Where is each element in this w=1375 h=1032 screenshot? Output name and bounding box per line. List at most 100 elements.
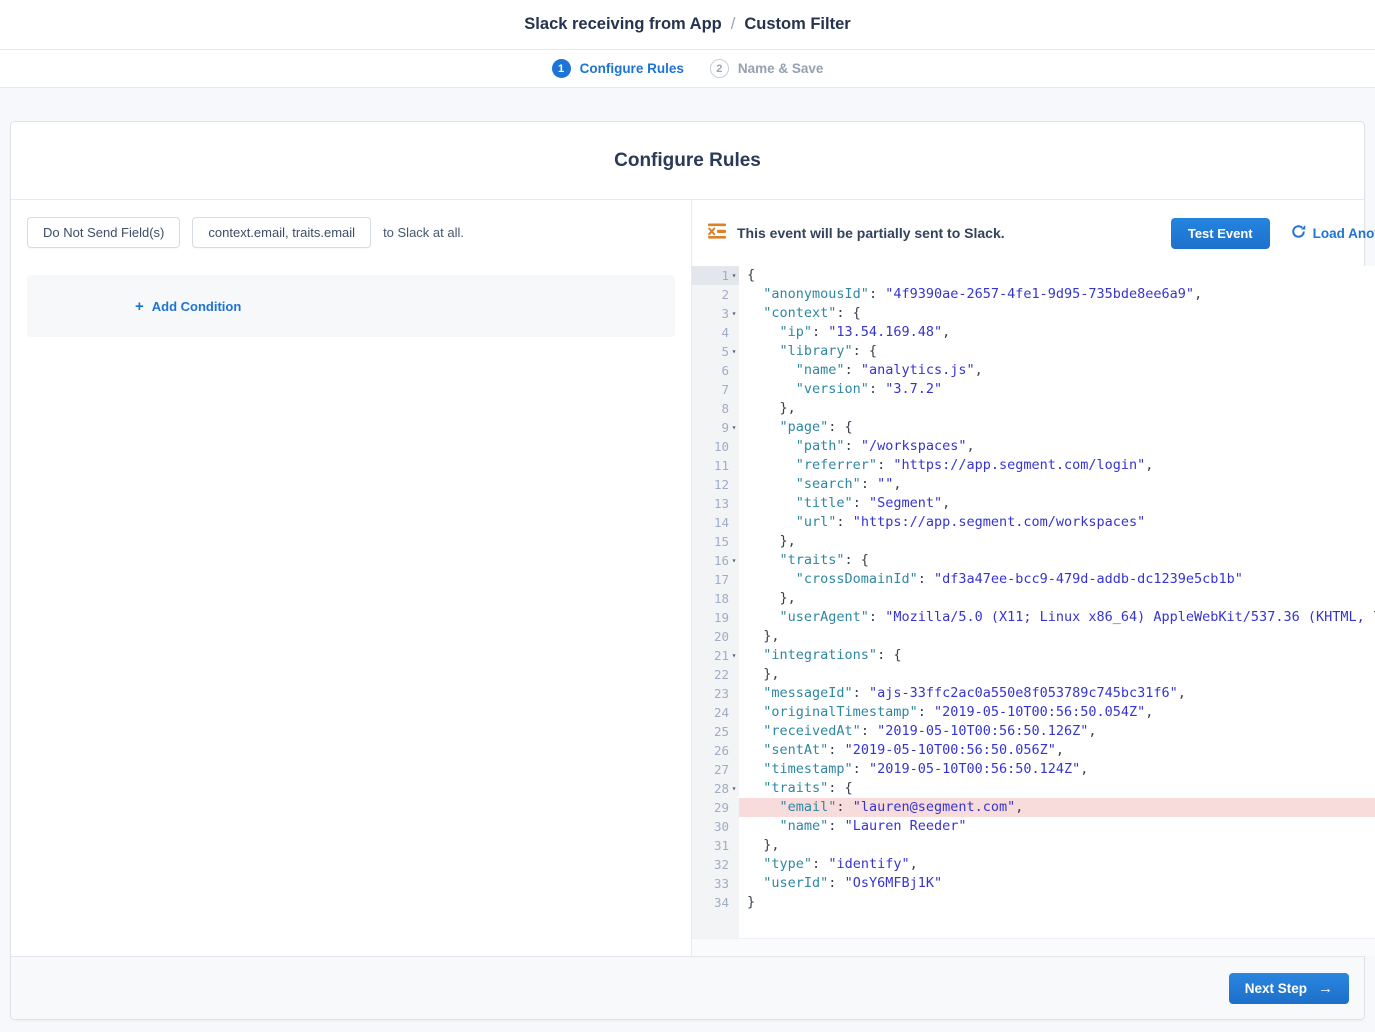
editor-line-14[interactable]: 14 "url": "https://app.segment.com/works… [692, 513, 1375, 532]
add-condition-label: Add Condition [152, 299, 242, 314]
editor-line-9[interactable]: 9▾ "page": { [692, 418, 1375, 437]
editor-gutter-cell[interactable]: 21▾ [692, 646, 739, 665]
step-configure-rules[interactable]: 1 Configure Rules [552, 59, 684, 78]
next-step-button[interactable]: Next Step → [1229, 973, 1349, 1004]
editor-gutter-cell[interactable]: 26 [692, 741, 739, 760]
event-preview-header: This event will be partially sent to Sla… [692, 200, 1375, 266]
editor-line-1[interactable]: 1▾{ [692, 266, 1375, 285]
editor-line-6[interactable]: 6 "name": "analytics.js", [692, 361, 1375, 380]
editor-line-32[interactable]: 32 "type": "identify", [692, 855, 1375, 874]
json-editor[interactable]: 1▾{2 "anonymousId": "4f9390ae-2657-4fe1-… [692, 266, 1375, 938]
editor-line-8[interactable]: 8 }, [692, 399, 1375, 418]
add-condition-button[interactable]: + Add Condition [135, 299, 241, 314]
editor-gutter-cell[interactable]: 25 [692, 722, 739, 741]
fold-arrow-icon[interactable]: ▾ [729, 304, 739, 323]
rule-row: Do Not Send Field(s) context.email, trai… [27, 217, 675, 248]
editor-line-29[interactable]: 29 "email": "lauren@segment.com", [692, 798, 1375, 817]
editor-line-code: "timestamp": "2019-05-10T00:56:50.124Z", [739, 760, 1375, 779]
fold-arrow-icon[interactable]: ▾ [729, 418, 739, 437]
editor-gutter-cell[interactable]: 24 [692, 703, 739, 722]
editor-gutter-cell[interactable]: 10 [692, 437, 739, 456]
editor-line-17[interactable]: 17 "crossDomainId": "df3a47ee-bcc9-479d-… [692, 570, 1375, 589]
editor-line-18[interactable]: 18 }, [692, 589, 1375, 608]
editor-line-27[interactable]: 27 "timestamp": "2019-05-10T00:56:50.124… [692, 760, 1375, 779]
editor-line-11[interactable]: 11 "referrer": "https://app.segment.com/… [692, 456, 1375, 475]
editor-gutter-cell[interactable]: 22 [692, 665, 739, 684]
editor-gutter-cell[interactable]: 34 [692, 893, 739, 912]
editor-gutter-cell[interactable]: 11 [692, 456, 739, 475]
editor-gutter-cell[interactable]: 32 [692, 855, 739, 874]
fold-arrow-icon[interactable]: ▾ [729, 266, 739, 285]
editor-gutter-cell[interactable]: 1▾ [692, 266, 739, 285]
breadcrumb-item-destination[interactable]: Slack receiving from App [524, 15, 721, 34]
editor-line-26[interactable]: 26 "sentAt": "2019-05-10T00:56:50.056Z", [692, 741, 1375, 760]
fold-arrow-icon[interactable]: ▾ [729, 342, 739, 361]
editor-hscrollbar[interactable] [692, 938, 1375, 956]
add-condition-box: + Add Condition [27, 275, 675, 337]
editor-line-28[interactable]: 28▾ "traits": { [692, 779, 1375, 798]
editor-gutter-cell[interactable]: 2 [692, 285, 739, 304]
editor-line-25[interactable]: 25 "receivedAt": "2019-05-10T00:56:50.12… [692, 722, 1375, 741]
breadcrumb-item-filter[interactable]: Custom Filter [744, 15, 850, 34]
test-event-button[interactable]: Test Event [1171, 218, 1270, 249]
editor-gutter-cell[interactable]: 7 [692, 380, 739, 399]
editor-gutter-cell[interactable]: 30 [692, 817, 739, 836]
load-another-event-button[interactable]: Load Another Event [1291, 224, 1375, 242]
editor-gutter-cell[interactable]: 17 [692, 570, 739, 589]
step-number-badge: 1 [552, 59, 571, 78]
editor-gutter-cell[interactable]: 6 [692, 361, 739, 380]
editor-gutter-cell[interactable]: 31 [692, 836, 739, 855]
line-number: 20 [692, 627, 729, 646]
fold-arrow-icon[interactable]: ▾ [729, 646, 739, 665]
editor-gutter-cell[interactable]: 3▾ [692, 304, 739, 323]
editor-gutter-cell[interactable]: 13 [692, 494, 739, 513]
editor-gutter-cell[interactable]: 9▾ [692, 418, 739, 437]
editor-line-19[interactable]: 19 "userAgent": "Mozilla/5.0 (X11; Linux… [692, 608, 1375, 627]
editor-line-21[interactable]: 21▾ "integrations": { [692, 646, 1375, 665]
editor-gutter-cell[interactable]: 33 [692, 874, 739, 893]
editor-line-16[interactable]: 16▾ "traits": { [692, 551, 1375, 570]
editor-line-10[interactable]: 10 "path": "/workspaces", [692, 437, 1375, 456]
editor-line-4[interactable]: 4 "ip": "13.54.169.48", [692, 323, 1375, 342]
editor-line-22[interactable]: 22 }, [692, 665, 1375, 684]
fold-arrow-icon[interactable]: ▾ [729, 779, 739, 798]
editor-gutter-cell[interactable]: 29 [692, 798, 739, 817]
editor-line-7[interactable]: 7 "version": "3.7.2" [692, 380, 1375, 399]
editor-gutter-cell[interactable]: 14 [692, 513, 739, 532]
rule-fields-button[interactable]: context.email, traits.email [192, 217, 371, 248]
editor-line-code: "type": "identify", [739, 855, 1375, 874]
editor-gutter-cell[interactable]: 20 [692, 627, 739, 646]
editor-gutter-cell[interactable]: 28▾ [692, 779, 739, 798]
editor-line-30[interactable]: 30 "name": "Lauren Reeder" [692, 817, 1375, 836]
editor-line-2[interactable]: 2 "anonymousId": "4f9390ae-2657-4fe1-9d9… [692, 285, 1375, 304]
editor-gutter-cell[interactable]: 23 [692, 684, 739, 703]
fold-arrow-icon[interactable]: ▾ [729, 551, 739, 570]
editor-line-34[interactable]: 34} [692, 893, 1375, 912]
editor-line-24[interactable]: 24 "originalTimestamp": "2019-05-10T00:5… [692, 703, 1375, 722]
editor-gutter-cell[interactable]: 12 [692, 475, 739, 494]
editor-gutter-cell[interactable]: 19 [692, 608, 739, 627]
editor-line-23[interactable]: 23 "messageId": "ajs-33ffc2ac0a550e8f053… [692, 684, 1375, 703]
rule-type-button[interactable]: Do Not Send Field(s) [27, 217, 180, 248]
line-number: 5 [692, 342, 729, 361]
editor-line-20[interactable]: 20 }, [692, 627, 1375, 646]
editor-line-33[interactable]: 33 "userId": "OsY6MFBj1K" [692, 874, 1375, 893]
editor-line-5[interactable]: 5▾ "library": { [692, 342, 1375, 361]
editor-gutter-cell[interactable]: 15 [692, 532, 739, 551]
editor-gutter-cell[interactable]: 27 [692, 760, 739, 779]
editor-gutter-cell[interactable]: 18 [692, 589, 739, 608]
editor-line-code: "page": { [739, 418, 1375, 437]
line-number: 18 [692, 589, 729, 608]
line-number: 3 [692, 304, 729, 323]
editor-line-3[interactable]: 3▾ "context": { [692, 304, 1375, 323]
editor-gutter-cell[interactable]: 8 [692, 399, 739, 418]
step-name-save[interactable]: 2 Name & Save [710, 59, 824, 78]
line-number: 27 [692, 760, 729, 779]
editor-line-15[interactable]: 15 }, [692, 532, 1375, 551]
editor-gutter-cell[interactable]: 5▾ [692, 342, 739, 361]
editor-line-31[interactable]: 31 }, [692, 836, 1375, 855]
editor-line-12[interactable]: 12 "search": "", [692, 475, 1375, 494]
editor-gutter-cell[interactable]: 16▾ [692, 551, 739, 570]
editor-line-13[interactable]: 13 "title": "Segment", [692, 494, 1375, 513]
editor-gutter-cell[interactable]: 4 [692, 323, 739, 342]
